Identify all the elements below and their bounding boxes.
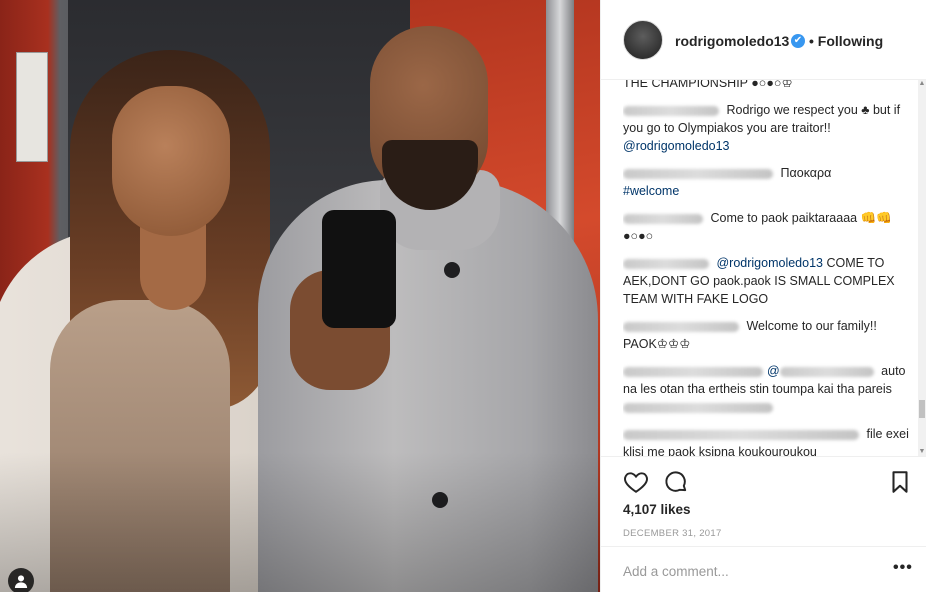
comment-text: Παοκαρα xyxy=(780,166,832,180)
post-date[interactable]: December 31, 2017 xyxy=(623,528,722,539)
comment-text: THE CHAMPIONSHIP ●○●○♔ xyxy=(623,80,793,90)
coat-button xyxy=(444,262,460,278)
user-tag-icon[interactable] xyxy=(8,568,34,592)
avatar[interactable] xyxy=(623,20,663,60)
woman-face xyxy=(112,86,230,236)
blurred-text xyxy=(623,402,773,413)
comment-item: Παοκαρα #welcome xyxy=(623,164,913,200)
photo-shade xyxy=(0,452,600,592)
scrollbar-thumb[interactable] xyxy=(919,400,925,418)
comment-item: @ auto na les otan tha ertheis stin toum… xyxy=(623,362,913,416)
heart-icon[interactable] xyxy=(623,469,649,495)
verified-badge-icon: ✔ xyxy=(791,34,805,48)
blurred-username xyxy=(623,258,709,269)
person-icon xyxy=(14,575,28,588)
bookmark-icon[interactable] xyxy=(887,469,913,495)
post-header: rodrigomoledo13 ✔ • Following xyxy=(601,0,926,80)
following-button[interactable]: • Following xyxy=(809,33,883,49)
likes-count[interactable]: 4,107 likes xyxy=(623,502,691,517)
scroll-up-arrow-icon[interactable]: ▲ xyxy=(918,80,926,88)
separator-dot: • xyxy=(809,33,814,49)
comment-item: Come to paok paiktaraaaa 👊👊 ●○●○ xyxy=(623,209,913,245)
mention-link[interactable]: @ xyxy=(767,364,780,378)
blurred-username xyxy=(623,321,739,332)
username-link[interactable]: rodrigomoledo13 xyxy=(675,33,789,49)
comments-list[interactable]: THE CHAMPIONSHIP ●○●○♔ Rodrigo we respec… xyxy=(623,80,913,456)
blurred-mention xyxy=(779,366,874,377)
comment-bubble-icon[interactable] xyxy=(663,469,689,495)
elevator-sign xyxy=(16,52,48,162)
more-options-icon[interactable]: ••• xyxy=(893,559,913,577)
post-photo[interactable] xyxy=(0,0,600,592)
comment-item: THE CHAMPIONSHIP ●○●○♔ xyxy=(623,80,913,92)
follow-status-label: Following xyxy=(817,33,884,49)
add-comment-bar: ••• xyxy=(601,546,926,592)
blurred-username xyxy=(623,168,773,179)
comment-item: file exei klisi me paok ksipna koukourou… xyxy=(623,425,913,456)
smartphone xyxy=(322,210,396,328)
comment-item: @rodrigomoledo13 COME TO AEK,DONT GO pao… xyxy=(623,254,913,308)
post-actions xyxy=(601,456,926,506)
comment-item: Welcome to our family!! PAOK♔♔♔ xyxy=(623,317,913,353)
mention-link[interactable]: @rodrigomoledo13 xyxy=(716,256,823,270)
blurred-username xyxy=(623,105,719,116)
add-comment-input[interactable] xyxy=(623,561,873,581)
post-side-panel: rodrigomoledo13 ✔ • Following THE CHAMPI… xyxy=(600,0,926,592)
blurred-username xyxy=(623,429,859,440)
mention-link[interactable]: @rodrigomoledo13 xyxy=(623,139,730,153)
hashtag-link[interactable]: #welcome xyxy=(623,184,679,198)
comment-item: Rodrigo we respect you ♣ but if you go t… xyxy=(623,101,913,155)
blurred-username xyxy=(623,366,763,377)
scroll-down-arrow-icon[interactable]: ▼ xyxy=(918,448,926,456)
blurred-username xyxy=(623,213,703,224)
